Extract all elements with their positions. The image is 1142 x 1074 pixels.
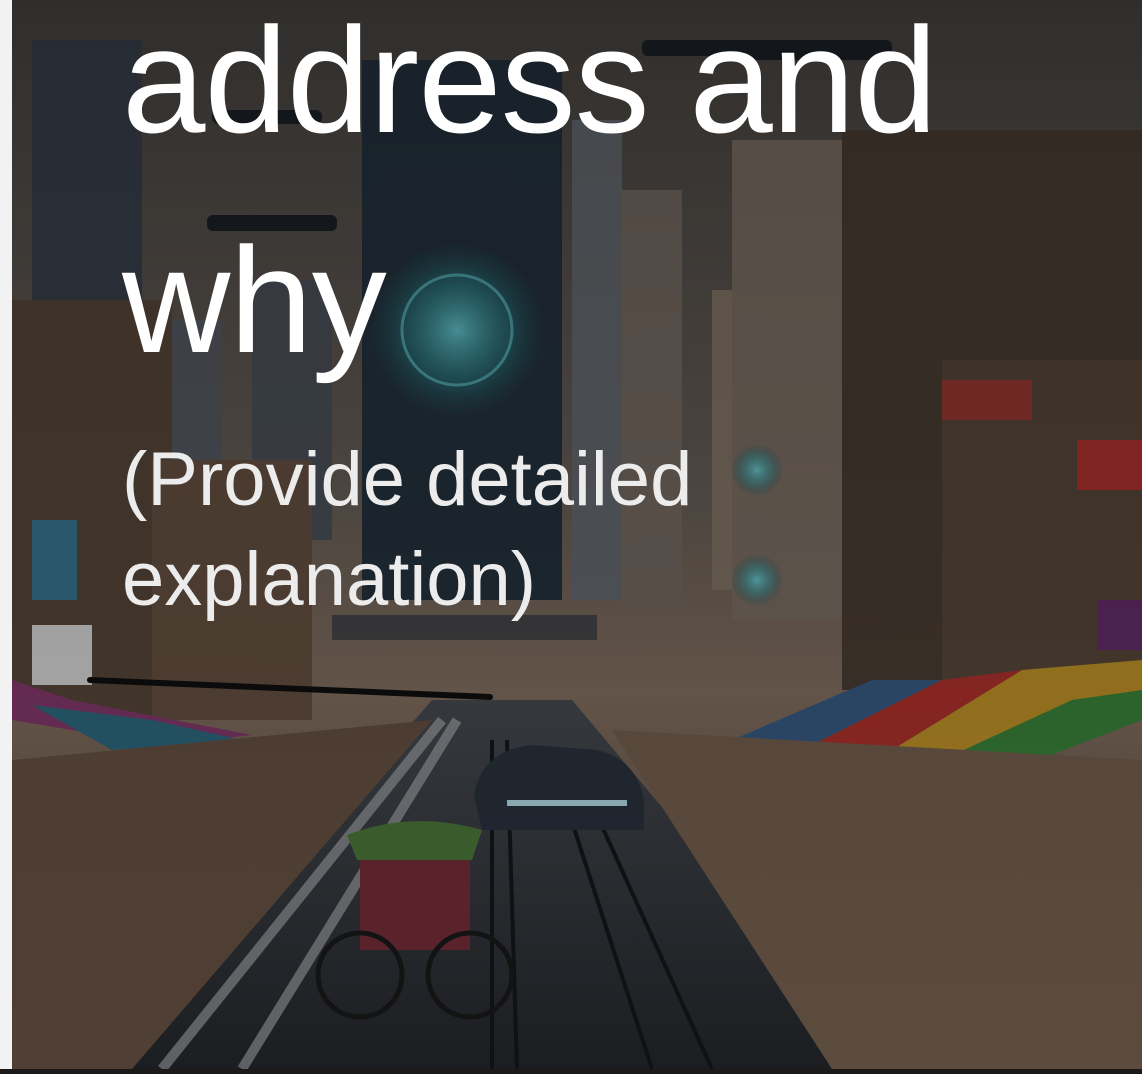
slide-subtitle: (Provide detailed explanation) xyxy=(122,437,693,622)
background-image: address and why (Provide detailed explan… xyxy=(12,0,1142,1073)
slide-title: address and why xyxy=(122,0,938,384)
slide-border xyxy=(0,0,12,1069)
